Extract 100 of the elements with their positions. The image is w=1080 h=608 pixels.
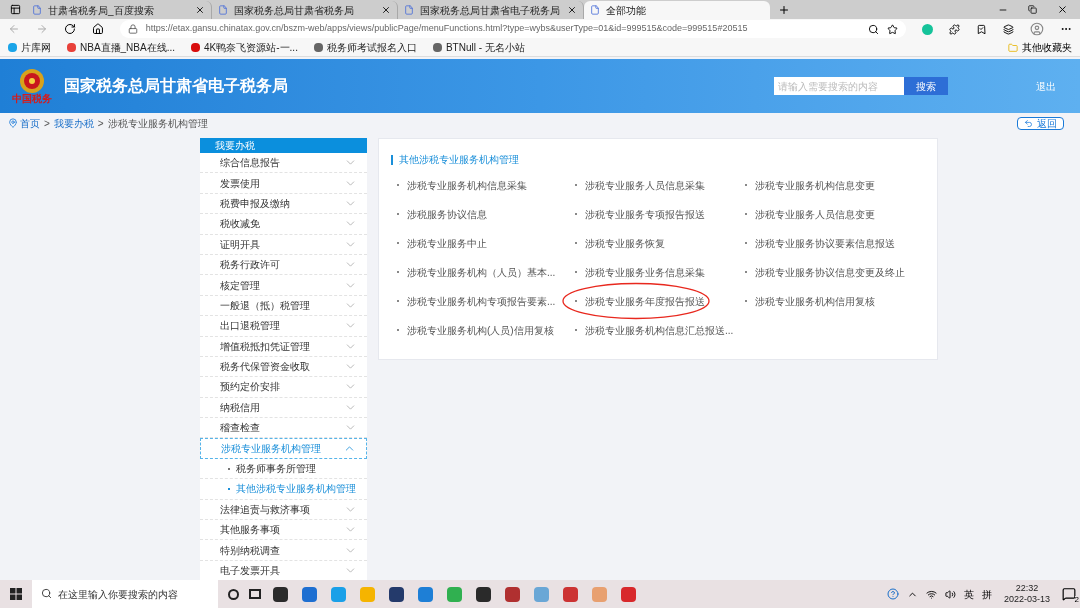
function-link[interactable]: 涉税专业服务机构(人员)信用复核	[407, 322, 554, 338]
function-link[interactable]: 涉税专业服务机构（人员）基本...	[407, 264, 556, 280]
volume-icon[interactable]	[944, 588, 956, 600]
sidebar-subitem[interactable]: 税务师事务所管理	[200, 458, 367, 480]
sidebar-item[interactable]: 税费申报及缴纳	[200, 193, 367, 215]
close-icon[interactable]	[1057, 4, 1068, 15]
sidebar-item[interactable]: 税务代保管资金收取	[200, 356, 367, 378]
function-link[interactable]: 涉税专业服务专项报告报送	[585, 206, 705, 222]
sidebar-item[interactable]: 综合信息报告	[200, 153, 367, 174]
new-tab-icon[interactable]	[778, 3, 790, 16]
bookmark[interactable]: BTNull - 无名小站	[432, 40, 525, 55]
breadcrumb-separator: >	[44, 116, 50, 131]
search-button[interactable]: 搜索	[904, 77, 948, 95]
other-bookmarks[interactable]: 其他收藏夹	[1008, 40, 1072, 55]
app-icon[interactable]	[273, 586, 288, 602]
notification-count: 2	[1074, 596, 1079, 604]
sidebar-item[interactable]: 涉税专业服务机构管理	[200, 438, 367, 459]
profile-avatar[interactable]	[1030, 22, 1045, 36]
page-icon	[404, 5, 414, 15]
search-icon	[41, 588, 52, 599]
sidebar-item[interactable]: 核定管理	[200, 275, 367, 296]
bookmark[interactable]: 税务师考试报名入口	[313, 40, 417, 55]
sidebar-item[interactable]: 其他服务事项	[200, 520, 367, 541]
function-link[interactable]: 涉税专业服务人员信息变更	[755, 206, 875, 222]
browser-tab[interactable]: 全部功能	[584, 1, 770, 19]
app-icon[interactable]	[476, 586, 491, 602]
breadcrumb-link[interactable]: 我要办税	[53, 115, 94, 131]
page-icon	[32, 5, 42, 15]
task-view-icon[interactable]	[249, 589, 261, 599]
app-icon[interactable]	[389, 586, 404, 602]
bookmark[interactable]: NBA直播_NBA在线...	[67, 40, 176, 55]
sidebar-title: 我要办税	[200, 138, 367, 153]
sidebar-item[interactable]: 税收减免	[200, 214, 367, 235]
breadcrumb-current: 涉税专业服务机构管理	[107, 116, 208, 131]
emblem-icon	[17, 68, 47, 94]
bookmark-icon	[67, 43, 76, 52]
site-title: 国家税务总局甘肃省电子税务局	[64, 76, 288, 96]
tab-actions-icon[interactable]	[9, 4, 21, 15]
return-icon	[1024, 118, 1033, 128]
function-link[interactable]: 涉税专业服务机构信用复核	[755, 293, 875, 309]
restore-icon[interactable]	[1028, 5, 1037, 14]
function-link[interactable]: 涉税专业服务机构信息采集	[407, 177, 527, 193]
breadcrumb-link[interactable]: 首页	[20, 115, 40, 131]
close-tab-icon[interactable]	[381, 5, 391, 15]
sidebar-item[interactable]: 出口退税管理	[200, 316, 367, 337]
sidebar-item[interactable]: 法律追责与救济事项	[200, 499, 367, 521]
collections-icon[interactable]	[1003, 23, 1015, 35]
sidebar-item[interactable]: 稽查检查	[200, 418, 367, 439]
function-link[interactable]: 涉税专业服务机构信息汇总报送...	[585, 322, 734, 338]
favorites-icon[interactable]	[976, 23, 988, 35]
page-icon	[590, 5, 600, 15]
sidebar-subitem[interactable]: 其他涉税专业服务机构管理	[200, 479, 367, 500]
taskbar-search-field[interactable]: 在这里输入你要搜索的内容	[32, 580, 218, 608]
function-link[interactable]: 涉税专业服务中止	[407, 235, 487, 251]
search-field[interactable]: 请输入需要搜索的内容	[774, 77, 904, 95]
sidebar-item[interactable]: 发票使用	[200, 173, 367, 194]
location-icon	[8, 118, 18, 128]
back-button[interactable]: 返回	[1017, 116, 1064, 130]
sidebar-item[interactable]: 一般退（抵）税管理	[200, 295, 367, 317]
function-link[interactable]: 涉税专业服务机构专项报告要素...	[407, 293, 556, 309]
network-icon[interactable]	[925, 588, 937, 600]
sidebar-item[interactable]: 税务行政许可	[200, 254, 367, 276]
address-bar[interactable]: https://etax.gansu.chinatax.gov.cn/bszm-web/apps/views/publicPage/menuFunctions.html?type=wybs&userType=01&id=999515&code=999515#20515	[119, 20, 907, 38]
close-tab-icon[interactable]	[195, 5, 205, 15]
notification-icon[interactable]	[1062, 587, 1076, 601]
reload-icon[interactable]	[63, 23, 76, 35]
bookmark-icon	[432, 43, 442, 52]
lock-icon	[127, 24, 138, 34]
page-icon	[218, 5, 228, 15]
favorite-icon[interactable]	[887, 23, 899, 35]
extensions-icon[interactable]	[949, 23, 961, 35]
app-icon[interactable]	[505, 586, 520, 602]
bookmark[interactable]: 4K鸭奈飞资源站-一...	[191, 40, 298, 55]
function-link[interactable]: 涉税专业服务恢复	[585, 235, 665, 251]
function-link[interactable]: 涉税专业服务业务信息采集	[585, 264, 705, 280]
cortana-icon[interactable]	[228, 588, 239, 600]
bookmark[interactable]: 片库网	[8, 40, 51, 55]
home-icon[interactable]	[91, 23, 104, 35]
input-language[interactable]: 英	[963, 586, 974, 602]
clock[interactable]: 22:32 2022-03-13	[999, 583, 1054, 605]
sidebar-item[interactable]: 增值税抵扣凭证管理	[200, 336, 367, 357]
function-link[interactable]: 涉税服务协议信息	[407, 206, 487, 222]
bookmark-icon	[8, 43, 17, 52]
bookmark-icon	[191, 43, 201, 52]
function-link[interactable]: 涉税专业服务机构信息变更	[755, 177, 875, 193]
sidebar-item[interactable]: 证明开具	[200, 234, 367, 255]
folder-icon	[1008, 42, 1018, 53]
breadcrumb-separator: >	[97, 116, 104, 131]
help-icon[interactable]	[886, 588, 899, 600]
function-link[interactable]: 涉税专业服务协议信息变更及终止	[755, 264, 905, 280]
function-link[interactable]: 涉税专业服务人员信息采集	[585, 177, 705, 193]
sidebar-item[interactable]: 预约定价安排	[200, 377, 367, 398]
bookmark-icon	[313, 43, 323, 52]
input-mode[interactable]: 拼	[981, 586, 992, 602]
sidebar-item[interactable]: 特别纳税调查	[200, 540, 367, 561]
start-icon[interactable]	[10, 588, 22, 600]
read-aloud-icon[interactable]	[868, 23, 880, 35]
sidebar-item[interactable]: 纳税信用	[200, 397, 367, 419]
close-tab-icon[interactable]	[567, 5, 577, 15]
function-link[interactable]: 涉税专业服务协议要素信息报送	[755, 235, 895, 251]
